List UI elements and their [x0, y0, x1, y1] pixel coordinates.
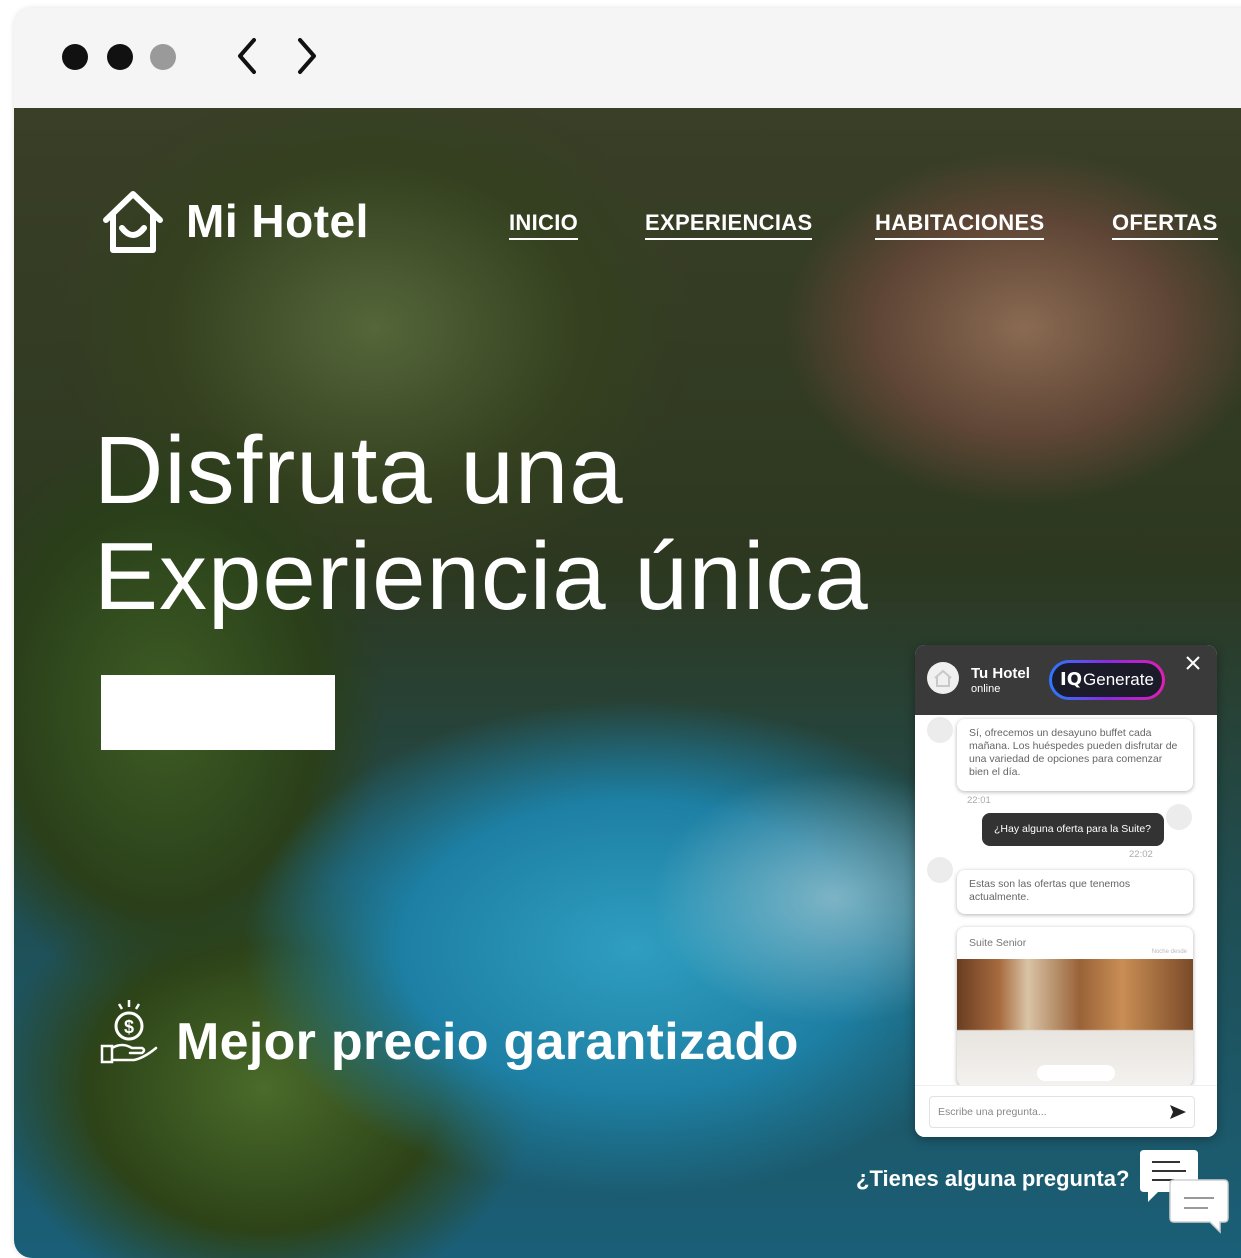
close-icon[interactable] [1183, 653, 1203, 673]
nav-link-habitaciones[interactable]: HABITACIONES [875, 210, 1045, 240]
bot-message: Estas son las ofertas que tenemos actual… [957, 870, 1193, 914]
iq-generate-badge: IQGenerate [1049, 660, 1165, 700]
brand-name[interactable]: Mi Hotel [186, 194, 369, 248]
chat-header: Tu Hotel online IQGenerate [915, 645, 1217, 715]
chevron-left-icon[interactable] [232, 36, 262, 76]
iq-logo-mark: IQ [1060, 669, 1083, 690]
hotel-avatar [927, 662, 959, 694]
chat-bubbles-icon[interactable] [1136, 1148, 1232, 1234]
window-maximize-dot[interactable] [150, 44, 176, 70]
house-icon [934, 669, 952, 687]
iq-generate-label: IQGenerate [1052, 663, 1162, 697]
money-hand-icon: $ [100, 1000, 158, 1064]
question-prompt[interactable]: ¿Tienes alguna pregunta? [856, 1166, 1129, 1192]
hero-section: Mi Hotel INICIO EXPERIENCIAS HABITACIONE… [14, 108, 1241, 1258]
offer-title: Suite Senior [969, 937, 1027, 949]
window-minimize-dot[interactable] [107, 44, 133, 70]
offer-card[interactable]: Suite Senior Noche desde [957, 927, 1193, 1087]
chat-widget: Tu Hotel online IQGenerate Sí, ofrecemos… [915, 645, 1217, 1137]
browser-window: Mi Hotel INICIO EXPERIENCIAS HABITACIONE… [14, 8, 1241, 1258]
badge-text: Generate [1083, 670, 1154, 689]
bot-message: Sí, ofrecemos un desayuno buffet cada ma… [957, 719, 1193, 791]
window-close-dot[interactable] [62, 44, 88, 70]
send-icon[interactable] [1169, 1103, 1187, 1121]
chevron-right-icon[interactable] [292, 36, 322, 76]
nav-link-ofertas[interactable]: OFERTAS [1112, 210, 1218, 240]
best-price-guarantee: Mejor precio garantizado [176, 1013, 799, 1071]
bot-avatar [927, 717, 953, 743]
message-time: 22:02 [1129, 849, 1153, 860]
browser-titlebar [14, 8, 1241, 108]
hero-headline: Disfruta una Experiencia única [94, 418, 869, 630]
chat-question-input[interactable] [929, 1096, 1195, 1128]
chat-status: online [971, 683, 1001, 695]
bot-avatar [927, 857, 953, 883]
message-time: 22:01 [967, 795, 991, 806]
offer-action-button[interactable] [1037, 1065, 1115, 1081]
offer-subtitle: Noche desde [1151, 949, 1187, 955]
user-message: ¿Hay alguna oferta para la Suite? [982, 813, 1164, 846]
nav-link-inicio[interactable]: INICIO [509, 210, 579, 240]
svg-text:$: $ [124, 1017, 134, 1037]
house-smile-icon[interactable] [100, 188, 166, 254]
hero-headline-line2: Experiencia única [94, 523, 869, 630]
chat-input-area [915, 1085, 1217, 1137]
nav-link-experiencias[interactable]: EXPERIENCIAS [645, 210, 813, 240]
chat-hotel-name: Tu Hotel [971, 665, 1030, 682]
user-avatar [1166, 804, 1192, 830]
hero-headline-line1: Disfruta una [94, 417, 624, 524]
hero-cta-button[interactable] [101, 675, 335, 750]
